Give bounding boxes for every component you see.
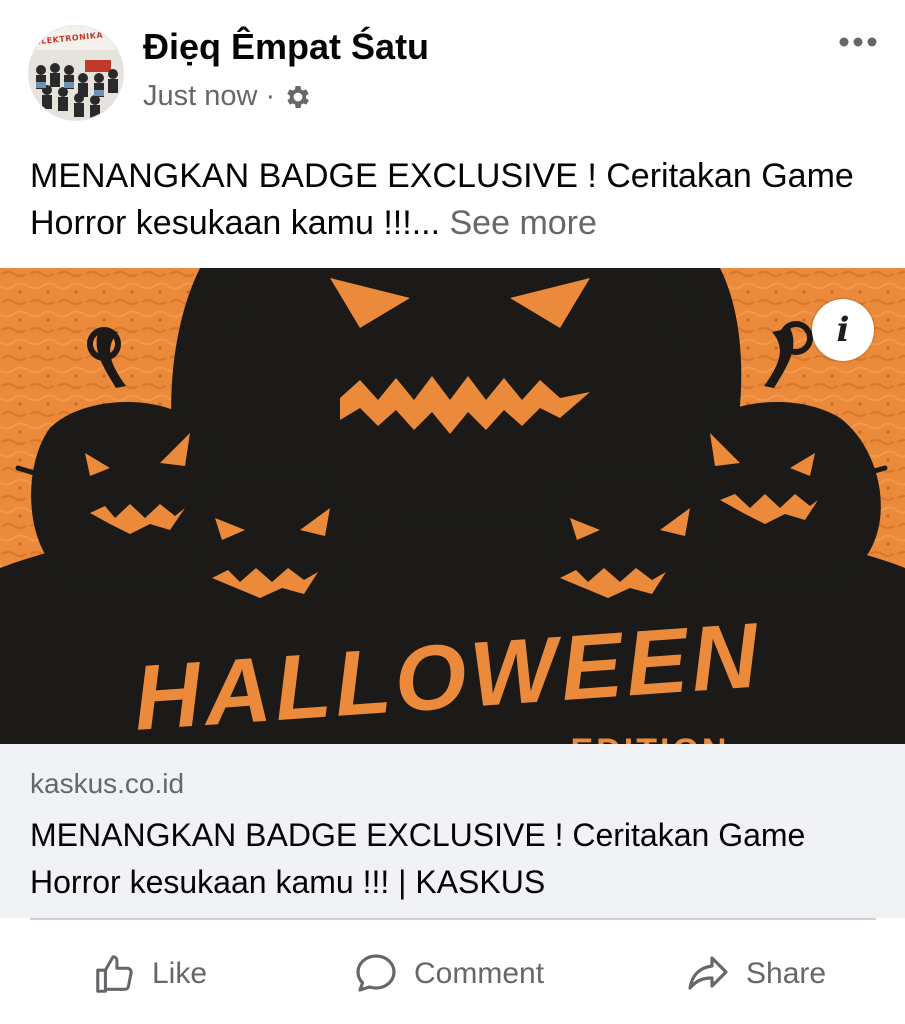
comment-label: Comment xyxy=(414,957,545,990)
facebook-post: ELEKTRONIKA Điẹq Êmpat Śatu Just now · M… xyxy=(0,0,905,1024)
author-avatar[interactable]: ELEKTRONIKA xyxy=(28,25,124,121)
ad-info-button[interactable]: i xyxy=(812,299,874,361)
post-caption: MENANGKAN BADGE EXCLUSIVE ! Ceritakan Ga… xyxy=(30,153,880,247)
post-actions-bar: Like Comment Share xyxy=(0,930,905,1018)
more-options-button[interactable] xyxy=(834,26,882,58)
post-meta: Just now · xyxy=(143,80,313,113)
share-icon xyxy=(688,956,728,990)
link-title: MENANGKAN BADGE EXCLUSIVE ! Ceritakan Ga… xyxy=(30,817,806,900)
more-dots-icon xyxy=(839,37,877,47)
post-timestamp[interactable]: Just now xyxy=(143,80,257,113)
share-button[interactable]: Share xyxy=(684,946,826,1002)
artwork-subline: EDITION xyxy=(571,732,730,744)
caption-text: MENANGKAN BADGE EXCLUSIVE ! Ceritakan Ga… xyxy=(30,157,854,242)
post-header: ELEKTRONIKA Điẹq Êmpat Śatu Just now · xyxy=(0,0,905,130)
halloween-artwork: HALLOWEEN EDITION xyxy=(0,268,905,744)
like-button[interactable]: Like xyxy=(92,946,207,1002)
link-domain: kaskus.co.id xyxy=(30,768,185,799)
comment-button[interactable]: Comment xyxy=(352,946,544,1002)
meta-separator: · xyxy=(265,80,276,112)
comment-icon xyxy=(356,954,396,992)
link-preview-footer[interactable]: kaskus.co.id MENANGKAN BADGE EXCLUSIVE !… xyxy=(0,744,905,918)
link-preview-image[interactable]: HALLOWEEN EDITION xyxy=(0,268,905,744)
like-label: Like xyxy=(152,957,208,990)
actions-divider xyxy=(30,918,876,920)
author-name[interactable]: Điẹq Êmpat Śatu xyxy=(143,26,429,68)
gear-icon[interactable] xyxy=(283,82,313,112)
see-more-link[interactable]: See more xyxy=(450,204,597,242)
share-label: Share xyxy=(746,957,827,990)
info-icon: i xyxy=(836,310,850,350)
thumbs-up-icon xyxy=(96,955,133,993)
